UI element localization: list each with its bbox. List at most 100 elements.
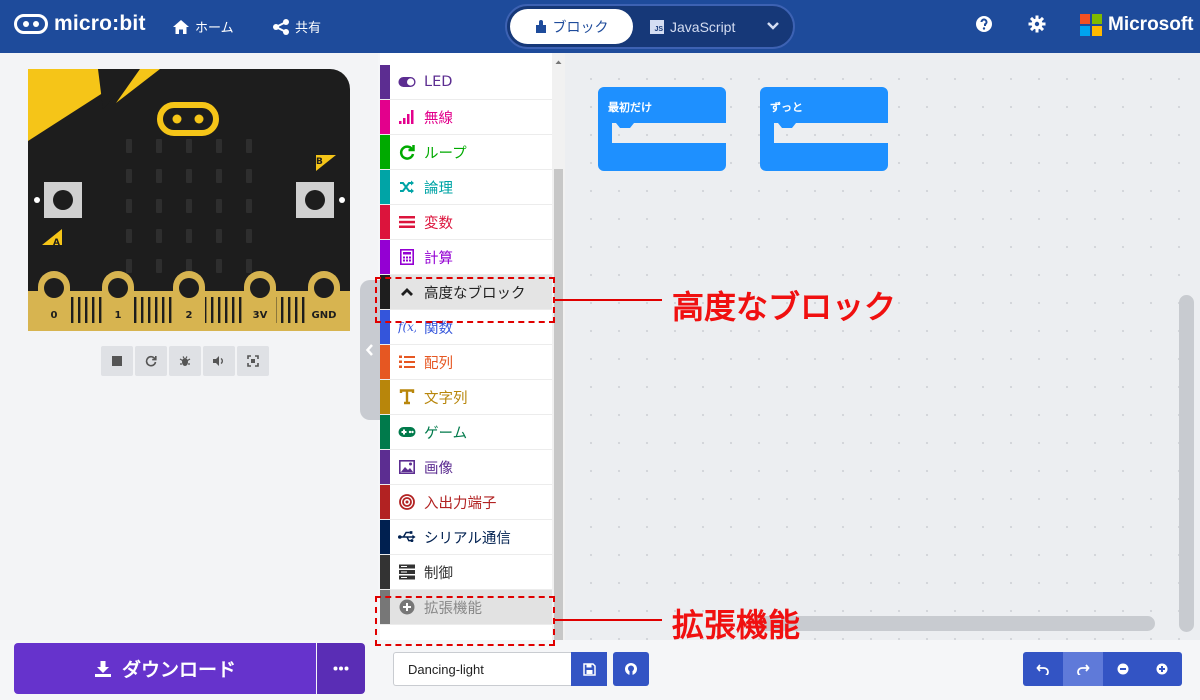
toolbox-category-images[interactable]: 画像 (380, 450, 552, 485)
category-color-bar (380, 485, 390, 519)
pin-2[interactable]: 2 (173, 271, 205, 323)
forever-block[interactable]: ずっと (760, 87, 888, 171)
toolbox-category-radio[interactable]: 無線 (380, 100, 552, 135)
toolbox-category-math[interactable]: 計算 (380, 240, 552, 275)
stop-button[interactable] (101, 346, 133, 376)
undo-icon (1036, 664, 1049, 675)
brand[interactable]: micro:bit (14, 12, 146, 36)
microsoft-logo-icon (1080, 14, 1102, 36)
toolbox-scrollbar[interactable] (552, 53, 565, 640)
category-label: ゲーム (424, 425, 468, 442)
workspace-controls (1023, 652, 1182, 686)
workspace-vertical-scrollbar[interactable] (1179, 295, 1194, 632)
advanced-highlight-box (375, 277, 555, 323)
github-button[interactable] (613, 652, 649, 686)
toolbox-category-arrays[interactable]: 配列 (380, 345, 552, 380)
zoom-in-button[interactable] (1142, 652, 1182, 686)
share-label: 共有 (295, 21, 322, 36)
led-pixel (246, 259, 252, 273)
pin-3v[interactable]: 3V (244, 271, 276, 323)
more-options-button[interactable] (317, 643, 365, 694)
pin-1[interactable]: 1 (102, 271, 134, 323)
toolbox-category-variables[interactable]: 変数 (380, 205, 552, 240)
header-bar: micro:bit ホーム 共有 ブロック JS JavaScript Micr… (0, 0, 1200, 53)
led-pixel (186, 139, 192, 153)
redo-button[interactable] (1063, 652, 1103, 686)
project-name-input[interactable] (393, 652, 571, 686)
on-start-block[interactable]: 最初だけ (598, 87, 726, 171)
toolbox-category-pins[interactable]: 入出力端子 (380, 485, 552, 520)
download-icon (94, 660, 111, 677)
download-button[interactable]: ダウンロード (14, 643, 316, 694)
share-icon (273, 18, 289, 35)
led-pixel (126, 139, 132, 153)
category-label: 文字列 (424, 390, 468, 407)
save-icon (582, 662, 596, 676)
language-dropdown[interactable] (763, 18, 783, 34)
image-icon (398, 458, 416, 476)
share-button[interactable]: 共有 (272, 17, 321, 36)
tab-blocks-label: ブロック (552, 19, 609, 36)
forever-label: ずっと (770, 101, 803, 114)
button-a[interactable] (41, 182, 82, 218)
microsoft-link[interactable]: Microsoft (1080, 14, 1194, 36)
save-button[interactable] (571, 652, 607, 686)
download-label: ダウンロード (121, 659, 236, 681)
toolbox-category-logic[interactable]: 論理 (380, 170, 552, 205)
led-pixel (246, 139, 252, 153)
microsoft-label: Microsoft (1108, 14, 1194, 35)
pin-0[interactable]: 0 (38, 271, 70, 323)
toolbox-category-led[interactable]: LED (380, 65, 552, 100)
workspace-horizontal-scrollbar[interactable] (755, 616, 1155, 631)
restart-button[interactable] (135, 346, 167, 376)
button-b[interactable] (296, 182, 334, 218)
zoom-out-icon (1117, 663, 1128, 675)
category-label: シリアル通信 (424, 530, 511, 547)
help-button[interactable] (975, 15, 997, 37)
toolbox-category-game[interactable]: ゲーム (380, 415, 552, 450)
category-color-bar (380, 240, 390, 274)
toolbox-scroll-thumb[interactable] (554, 169, 563, 640)
zoom-out-button[interactable] (1103, 652, 1142, 686)
category-label: 論理 (424, 180, 453, 197)
microbit-board[interactable]: A B 0 1 2 3V GND (28, 69, 350, 331)
led-pixel (186, 169, 192, 183)
gear-icon (1028, 15, 1046, 33)
toolbox-category-serial[interactable]: シリアル通信 (380, 520, 552, 555)
led-pixel (216, 169, 222, 183)
toolbox-category-control[interactable]: 制御 (380, 555, 552, 590)
js-file-icon: JS (650, 19, 664, 34)
editor-toggle: ブロック JS JavaScript (505, 4, 795, 49)
category-color-bar (380, 100, 390, 134)
category-color-bar (380, 450, 390, 484)
chevron-down-icon (767, 22, 779, 30)
toolbox-category-loops[interactable]: ループ (380, 135, 552, 170)
numbered-list-icon (398, 353, 416, 371)
tab-javascript-label: JavaScript (670, 18, 736, 35)
pin-label: 0 (51, 310, 58, 321)
mute-button[interactable] (203, 346, 235, 376)
tab-javascript[interactable]: JS JavaScript (650, 9, 735, 44)
debug-button[interactable] (169, 346, 201, 376)
list-icon (398, 213, 416, 231)
pin-gnd[interactable]: GND (308, 271, 340, 323)
help-icon (976, 16, 992, 32)
pin-label: 1 (115, 310, 122, 321)
settings-button[interactable] (1028, 15, 1050, 37)
toggle-icon (398, 73, 416, 91)
home-button[interactable]: ホーム (172, 17, 234, 36)
category-label: 制御 (424, 565, 453, 582)
home-icon (173, 19, 189, 34)
toolbox-category-text[interactable]: 文字列 (380, 380, 552, 415)
category-label: 入出力端子 (424, 495, 497, 512)
tab-blocks[interactable]: ブロック (510, 9, 633, 44)
blocks-workspace[interactable]: 最初だけ ずっと (565, 53, 1200, 640)
home-label: ホーム (195, 21, 234, 36)
simulator-controls (101, 346, 269, 376)
category-label: 変数 (424, 215, 453, 232)
fullscreen-button[interactable] (237, 346, 269, 376)
undo-button[interactable] (1023, 652, 1063, 686)
on-start-label: 最初だけ (608, 101, 652, 114)
bug-icon (179, 356, 191, 366)
speaker-icon (213, 356, 223, 366)
